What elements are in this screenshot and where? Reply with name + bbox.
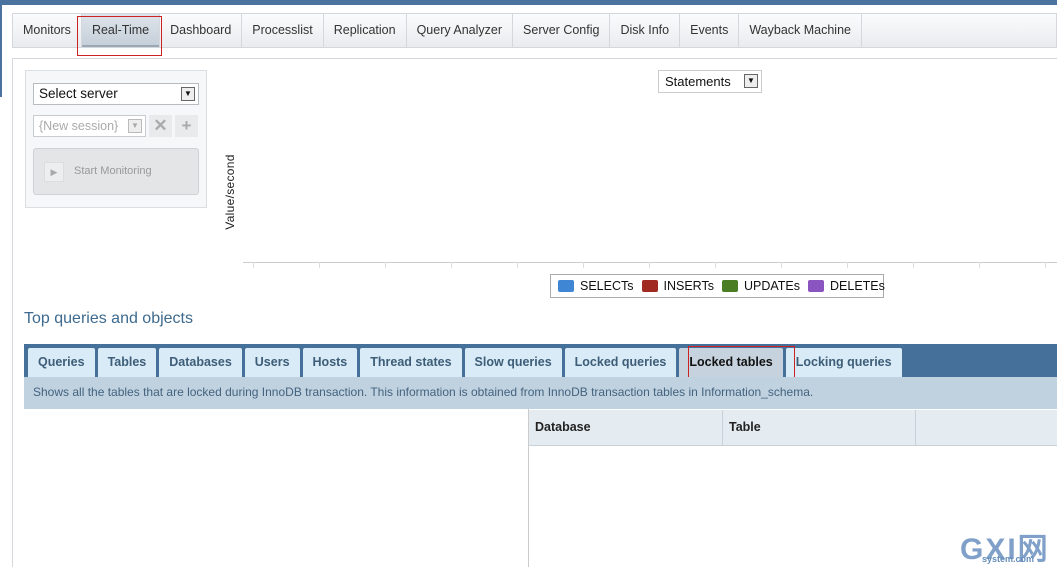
column-extra[interactable] (916, 410, 1057, 446)
legend-item-selects[interactable]: SELECTs (558, 279, 634, 293)
legend-item-deletes[interactable]: DELETEs (808, 279, 885, 293)
tab-slow-queries[interactable]: Slow queries (464, 348, 562, 377)
x-axis-tick (847, 262, 848, 268)
x-icon: ✕ (153, 116, 168, 135)
tab-thread-states[interactable]: Thread states (360, 348, 462, 377)
legend-label: SELECTs (580, 279, 634, 293)
x-axis-tick (913, 262, 914, 268)
x-axis-tick (451, 262, 452, 268)
tab-databases[interactable]: Databases (159, 348, 242, 377)
watermark-logo: GXI网 system.com (960, 533, 1050, 566)
tab-users[interactable]: Users (244, 348, 300, 377)
chevron-down-icon: ▼ (744, 74, 758, 88)
column-database[interactable]: Database (529, 410, 723, 446)
play-icon: ▶ (44, 162, 64, 182)
nav-tab-replication[interactable]: Replication (324, 14, 407, 47)
start-monitoring-label: Start Monitoring (74, 165, 152, 177)
tab-queries[interactable]: Queries (28, 348, 95, 377)
column-table[interactable]: Table (723, 410, 916, 446)
x-axis-tick (583, 262, 584, 268)
x-axis-tick (649, 262, 650, 268)
legend-swatch (721, 280, 738, 292)
nav-tab-server-config[interactable]: Server Config (513, 14, 611, 47)
main-nav: Monitors Real-Time Dashboard Processlist… (12, 13, 1057, 48)
tab-locked-tables[interactable]: Locked tables (679, 348, 783, 377)
x-axis-tick (781, 262, 782, 268)
tab-tables[interactable]: Tables (97, 348, 157, 377)
chevron-down-icon: ▼ (181, 87, 195, 101)
x-axis-tick (517, 262, 518, 268)
metric-select-value: Statements (665, 74, 731, 89)
chart-legend: SELECTs INSERTs UPDATEs DELETEs (550, 274, 885, 298)
x-axis-tick (979, 262, 980, 268)
nav-tab-events[interactable]: Events (680, 14, 740, 47)
nav-tab-dashboard[interactable]: Dashboard (160, 14, 243, 47)
x-axis-tick (253, 262, 254, 268)
x-axis-tick (319, 262, 320, 268)
x-axis (243, 262, 1057, 263)
legend-label: INSERTs (663, 279, 714, 293)
left-pane (24, 409, 529, 567)
nav-tab-real-time[interactable]: Real-Time (81, 14, 161, 47)
nav-tab-processlist[interactable]: Processlist (242, 14, 324, 47)
top-bar (0, 0, 1057, 5)
legend-label: DELETEs (830, 279, 885, 293)
server-select-value: Select server (39, 86, 118, 101)
chevron-down-icon: ▼ (128, 119, 142, 133)
tab-hosts[interactable]: Hosts (302, 348, 358, 377)
legend-label: UPDATEs (743, 279, 801, 293)
nav-tab-disk-info[interactable]: Disk Info (610, 14, 681, 47)
x-axis-tick (715, 262, 716, 268)
add-session-button[interactable]: + (175, 115, 198, 137)
y-axis-label: Value/second (223, 154, 237, 230)
plus-icon: + (181, 116, 192, 135)
nav-tab-query-analyzer[interactable]: Query Analyzer (407, 14, 514, 47)
nav-tab-wayback-machine[interactable]: Wayback Machine (739, 14, 862, 47)
objects-tabs: Queries Tables Databases Users Hosts Thr… (24, 344, 1057, 377)
x-axis-tick (385, 262, 386, 268)
legend-item-inserts[interactable]: INSERTs (641, 279, 714, 293)
tab-locking-queries[interactable]: Locking queries (785, 348, 902, 377)
tab-description: Shows all the tables that are locked dur… (24, 377, 1057, 409)
server-select[interactable]: Select server ▼ (33, 83, 199, 105)
left-edge (0, 5, 2, 97)
metric-select[interactable]: Statements ▼ (658, 70, 762, 93)
legend-item-updates[interactable]: UPDATEs (721, 279, 801, 293)
x-axis-tick (1045, 262, 1046, 268)
table-header: Database Table (529, 410, 1057, 446)
section-title: Top queries and objects (24, 310, 193, 327)
session-select-value: {New session} (39, 119, 119, 133)
legend-swatch (808, 280, 825, 292)
delete-session-button[interactable]: ✕ (149, 115, 172, 137)
start-monitoring-button[interactable]: ▶ Start Monitoring (33, 148, 199, 195)
legend-swatch (558, 280, 574, 292)
legend-swatch (641, 280, 658, 292)
session-select[interactable]: {New session} ▼ (33, 115, 146, 137)
tab-locked-queries[interactable]: Locked queries (564, 348, 677, 377)
nav-tab-monitors[interactable]: Monitors (13, 14, 82, 47)
